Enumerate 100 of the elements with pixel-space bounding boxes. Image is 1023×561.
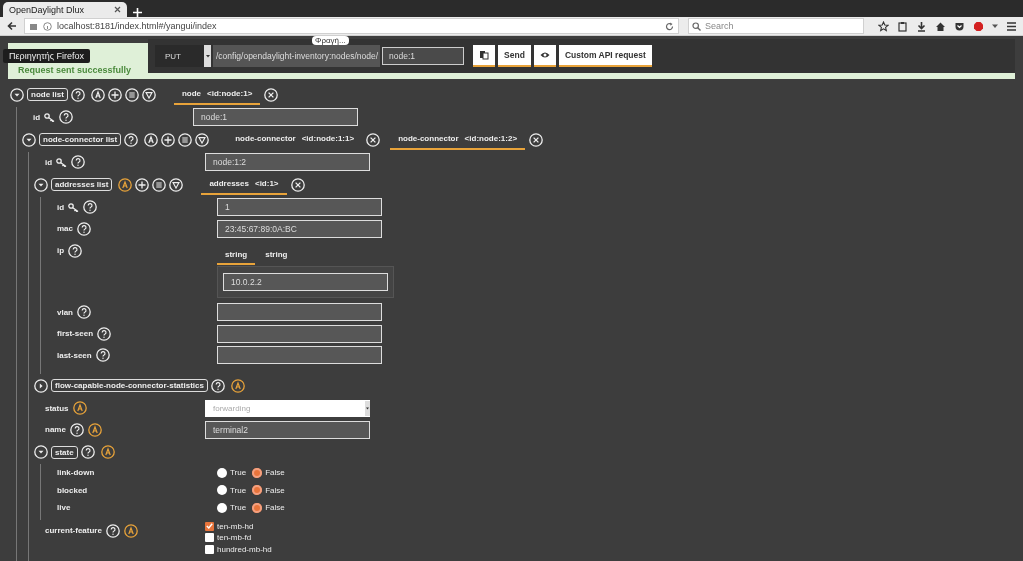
value-field[interactable] — [217, 346, 382, 365]
value-field[interactable]: 23:45:67:89:0A:BC — [217, 219, 382, 238]
toggle-icon[interactable] — [22, 132, 36, 147]
radio-button[interactable] — [217, 467, 227, 478]
value-field[interactable]: 10.0.2.2 — [223, 272, 388, 291]
key-input[interactable]: node:1 — [382, 47, 465, 65]
container-label[interactable]: state — [51, 445, 78, 459]
star-icon[interactable] — [878, 20, 889, 32]
radio-button[interactable] — [252, 467, 263, 478]
reload-icon[interactable] — [665, 21, 674, 31]
list-icon[interactable] — [178, 132, 193, 147]
radio-label: True — [230, 503, 247, 513]
home-icon[interactable] — [935, 20, 946, 32]
list-label[interactable]: addresses list — [51, 178, 113, 192]
filter-icon[interactable] — [195, 132, 210, 147]
radio-button[interactable] — [252, 502, 263, 513]
augment-icon[interactable] — [230, 378, 245, 393]
radio-button[interactable] — [217, 502, 227, 513]
item-tab[interactable]: addresses <id:1> — [201, 174, 287, 195]
dropdown-toggle[interactable] — [204, 45, 211, 67]
search-field[interactable]: Search — [688, 18, 864, 34]
value-field[interactable] — [217, 303, 382, 322]
help-icon[interactable] — [124, 132, 139, 147]
action-button[interactable]: Send — [498, 45, 531, 67]
tooltip: Περιηγητής Firefox — [3, 49, 91, 63]
api-path: /config/opendaylight-inventory:nodes/node/ — [213, 45, 381, 67]
checkbox-label: ten-mb-hd — [217, 521, 254, 531]
pocket-icon[interactable] — [954, 20, 965, 32]
method-select[interactable]: PUT — [155, 45, 204, 67]
list-label[interactable]: node-connector list — [39, 133, 122, 147]
field-label: vlan — [57, 307, 73, 317]
address-bar[interactable]: localhost:8181/index.html#/yangui/index — [24, 18, 679, 34]
help-icon[interactable] — [59, 110, 74, 125]
copy-icon — [479, 50, 490, 60]
browser-tab[interactable]: OpenDaylight Dlux — [3, 2, 127, 17]
back-arrow-icon[interactable] — [6, 20, 18, 32]
augment-icon[interactable] — [118, 177, 133, 192]
clipboard-icon[interactable] — [897, 20, 908, 32]
field-label: id — [57, 202, 65, 212]
checkbox[interactable] — [205, 521, 214, 531]
help-icon[interactable] — [105, 523, 120, 538]
add-icon[interactable] — [135, 177, 150, 192]
value-tab[interactable]: string — [217, 247, 256, 265]
augment-icon[interactable] — [100, 445, 115, 460]
item-tab[interactable]: node-connector <id:node:1:2> — [390, 129, 526, 150]
checkbox[interactable] — [205, 544, 214, 554]
filter-icon[interactable] — [141, 87, 156, 102]
value-field[interactable]: 1 — [217, 198, 382, 217]
close-icon[interactable] — [114, 6, 121, 13]
help-icon[interactable] — [70, 87, 85, 102]
download-icon[interactable] — [916, 20, 927, 32]
help-icon[interactable] — [97, 326, 111, 341]
toggle-icon[interactable] — [34, 177, 48, 192]
help-icon[interactable] — [210, 378, 225, 393]
augment-icon[interactable] — [87, 422, 102, 437]
item-tab[interactable]: node-connector <id:node:1:1> — [227, 129, 363, 150]
add-icon[interactable] — [107, 87, 122, 102]
field-label: id — [45, 157, 53, 167]
field-label: live — [57, 503, 71, 513]
field-label: blocked — [57, 485, 88, 495]
tab-title: OpenDaylight Dlux — [9, 4, 85, 15]
copy-button[interactable] — [473, 45, 496, 67]
checkbox[interactable] — [205, 533, 214, 543]
value-field[interactable] — [217, 324, 382, 343]
preview-button[interactable] — [533, 45, 556, 67]
toggle-icon[interactable] — [10, 87, 24, 102]
help-icon[interactable] — [83, 200, 98, 215]
field-label: mac — [57, 224, 73, 234]
value-tab[interactable]: string — [257, 247, 296, 265]
list-icon[interactable] — [124, 87, 139, 102]
radio-button[interactable] — [252, 485, 263, 496]
caret-icon[interactable] — [992, 23, 998, 29]
help-icon[interactable] — [95, 348, 110, 363]
help-icon[interactable] — [77, 305, 91, 320]
action-button[interactable]: Custom API request — [558, 45, 652, 67]
help-icon[interactable] — [77, 221, 91, 236]
add-icon[interactable] — [161, 132, 176, 147]
item-tab[interactable]: node <id:node:1> — [173, 84, 261, 105]
search-icon — [692, 21, 701, 31]
toggle-icon[interactable] — [34, 445, 48, 460]
value-field[interactable]: node:1 — [193, 108, 358, 127]
radio-button[interactable] — [217, 485, 227, 496]
help-icon[interactable] — [69, 422, 84, 437]
menu-icon[interactable] — [1006, 20, 1017, 32]
help-icon[interactable] — [68, 243, 83, 258]
list-label[interactable]: node list — [27, 88, 68, 102]
toggle-icon[interactable] — [34, 378, 48, 393]
augment-icon[interactable] — [123, 523, 138, 538]
container-label[interactable]: flow-capable-node-connector-statistics — [51, 379, 208, 393]
value-field[interactable]: terminal2 — [205, 420, 370, 439]
value-field[interactable]: node:1:2 — [205, 153, 370, 172]
augment-icon[interactable] — [72, 401, 87, 416]
banner-message: Request sent successfully — [18, 65, 132, 75]
help-icon[interactable] — [71, 155, 86, 170]
help-icon[interactable] — [80, 445, 95, 460]
stop-sign-icon[interactable] — [973, 20, 984, 32]
list-icon[interactable] — [152, 177, 167, 192]
search-placeholder: Search — [705, 21, 734, 31]
filter-icon[interactable] — [169, 177, 184, 192]
info-icon — [43, 21, 52, 31]
